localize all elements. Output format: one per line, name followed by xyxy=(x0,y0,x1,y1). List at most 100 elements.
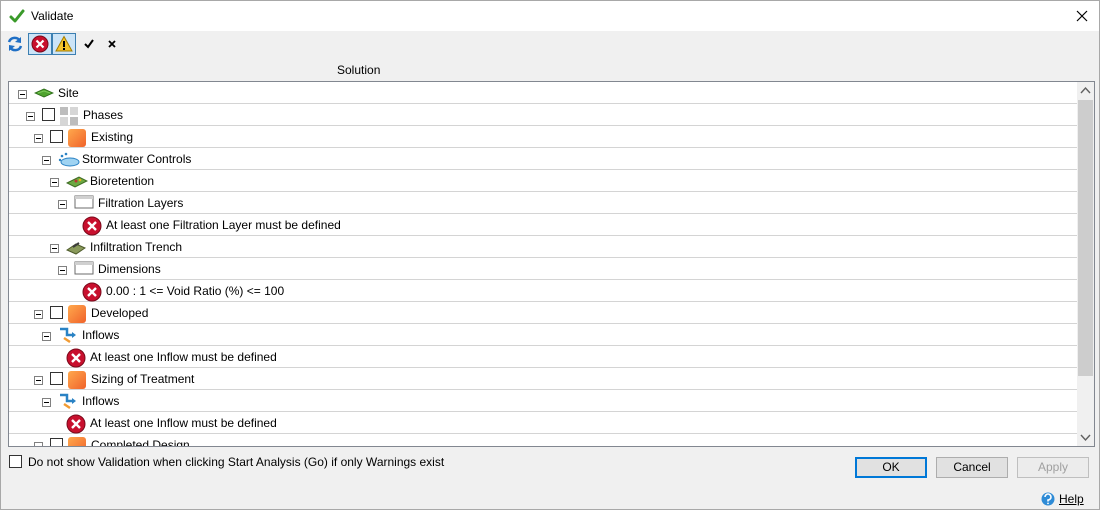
checkmark-icon xyxy=(9,9,25,23)
error-icon xyxy=(66,414,86,434)
title-bar: Validate xyxy=(1,1,1099,31)
tree-row[interactable]: Inflows xyxy=(9,390,1077,412)
tree-row-label: Sizing of Treatment xyxy=(91,372,195,386)
tree-row-label: Completed Design xyxy=(91,438,190,447)
validation-tree: Site Phases Existing Stormwater Controls Bio… xyxy=(8,81,1095,447)
stormwater-icon xyxy=(58,150,80,168)
collapse-icon[interactable] xyxy=(34,308,43,319)
row-checkbox[interactable] xyxy=(50,306,63,319)
tree-row-label: Site xyxy=(58,86,79,100)
bioretention-icon xyxy=(65,172,89,190)
site-icon xyxy=(34,84,54,102)
show-errors-toggle[interactable] xyxy=(28,33,52,55)
tree-row[interactable]: Bioretention xyxy=(9,170,1077,192)
collapse-icon[interactable] xyxy=(58,198,67,209)
tree-row-label: Inflows xyxy=(82,328,120,342)
tree-row[interactable]: Site xyxy=(9,82,1077,104)
validation-error-row[interactable]: At least one Inflow must be defined xyxy=(9,412,1077,434)
tree-row-label: 0.00 : 1 <= Void Ratio (%) <= 100 xyxy=(106,284,285,298)
tree-row-label: Dimensions xyxy=(98,262,161,276)
help-link[interactable]: Help xyxy=(1041,491,1084,507)
table-icon xyxy=(74,260,94,278)
collapse-icon[interactable] xyxy=(42,330,51,341)
tree-row[interactable]: Phases xyxy=(9,104,1077,126)
solution-column-header: Solution xyxy=(337,63,381,77)
close-icon[interactable] xyxy=(1071,5,1093,27)
tree-row-label: Phases xyxy=(83,108,124,122)
row-checkbox[interactable] xyxy=(50,438,63,446)
scroll-up-icon[interactable] xyxy=(1080,86,1091,94)
tree-row[interactable]: Infiltration Trench xyxy=(9,236,1077,258)
scroll-down-icon[interactable] xyxy=(1080,434,1091,442)
warning-icon xyxy=(55,35,73,52)
checkmark-icon xyxy=(84,39,94,49)
phase-icon xyxy=(67,304,86,323)
tree-row[interactable]: Sizing of Treatment xyxy=(9,368,1077,390)
tree-row-label: At least one Inflow must be defined xyxy=(90,416,277,430)
scrollbar-thumb[interactable] xyxy=(1078,100,1093,376)
validation-error-row[interactable]: At least one Inflow must be defined xyxy=(9,346,1077,368)
collapse-icon[interactable] xyxy=(58,264,67,275)
tree-row-label: At least one Inflow must be defined xyxy=(90,350,277,364)
collapse-icon[interactable] xyxy=(18,88,27,99)
phase-icon xyxy=(67,128,86,147)
collapse-icon[interactable] xyxy=(34,132,43,143)
toolbar xyxy=(1,31,1099,57)
check-all-button[interactable] xyxy=(81,33,97,55)
tree-row[interactable]: Completed Design xyxy=(9,434,1077,447)
tree-row[interactable]: Stormwater Controls xyxy=(9,148,1077,170)
trench-icon xyxy=(65,238,87,256)
uncheck-all-button[interactable] xyxy=(104,33,120,55)
show-warnings-toggle[interactable] xyxy=(52,33,76,55)
table-icon xyxy=(74,194,94,212)
tree-row[interactable]: Dimensions xyxy=(9,258,1077,280)
inflows-icon xyxy=(58,392,76,410)
validate-window: Validate Solution Site Phases Existing S… xyxy=(0,0,1100,510)
validation-error-row[interactable]: At least one Filtration Layer must be de… xyxy=(9,214,1077,236)
help-icon xyxy=(1041,492,1055,506)
tree-row-label: Bioretention xyxy=(90,174,155,188)
tree-row-label: Developed xyxy=(91,306,149,320)
skip-validation-label: Do not show Validation when clicking Sta… xyxy=(28,455,445,469)
tree-row[interactable]: Inflows xyxy=(9,324,1077,346)
row-checkbox[interactable] xyxy=(50,372,63,385)
tree-row[interactable]: Filtration Layers xyxy=(9,192,1077,214)
collapse-icon[interactable] xyxy=(50,242,59,253)
tree-row-label: Infiltration Trench xyxy=(90,240,183,254)
help-label: Help xyxy=(1059,492,1084,506)
tree-row-label: Filtration Layers xyxy=(98,196,184,210)
tree-row[interactable]: Existing xyxy=(9,126,1077,148)
tree-row-label: Stormwater Controls xyxy=(82,152,192,166)
phase-icon xyxy=(67,436,86,446)
collapse-icon[interactable] xyxy=(42,154,51,165)
refresh-icon xyxy=(7,36,23,52)
error-icon xyxy=(66,348,86,368)
vertical-scrollbar[interactable] xyxy=(1077,82,1094,446)
collapse-icon[interactable] xyxy=(42,396,51,407)
apply-button[interactable]: Apply xyxy=(1017,457,1089,478)
collapse-icon[interactable] xyxy=(34,374,43,385)
tree-row-label: Inflows xyxy=(82,394,120,408)
validation-error-row[interactable]: 0.00 : 1 <= Void Ratio (%) <= 100 xyxy=(9,280,1077,302)
row-checkbox[interactable] xyxy=(50,130,63,143)
refresh-button[interactable] xyxy=(5,33,25,55)
collapse-icon[interactable] xyxy=(34,440,43,446)
cancel-button[interactable]: Cancel xyxy=(936,457,1008,478)
tree-row-label: At least one Filtration Layer must be de… xyxy=(106,218,341,232)
row-checkbox[interactable] xyxy=(42,108,55,121)
ok-button[interactable]: OK xyxy=(855,457,927,478)
tree-rows: Site Phases Existing Stormwater Controls Bio… xyxy=(9,82,1077,447)
phase-icon xyxy=(67,370,86,389)
collapse-icon[interactable] xyxy=(50,176,59,187)
window-title: Validate xyxy=(31,9,74,23)
inflows-icon xyxy=(58,326,76,344)
collapse-icon[interactable] xyxy=(26,110,35,121)
error-icon xyxy=(82,216,102,236)
error-icon xyxy=(82,282,102,302)
cross-icon xyxy=(108,40,116,48)
error-icon xyxy=(31,35,49,53)
phases-icon xyxy=(59,106,78,125)
skip-validation-checkbox[interactable] xyxy=(9,455,22,468)
tree-row-label: Existing xyxy=(91,130,134,144)
tree-row[interactable]: Developed xyxy=(9,302,1077,324)
